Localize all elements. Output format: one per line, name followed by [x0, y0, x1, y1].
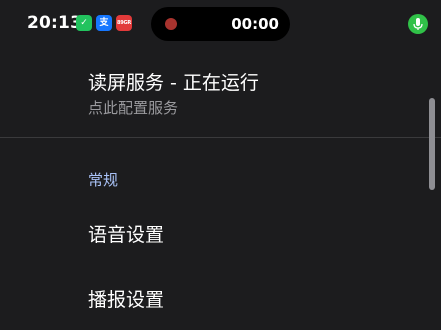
- microphone-icon: [408, 14, 428, 34]
- red-app-icon: 89GR: [116, 15, 132, 31]
- scrollbar[interactable]: [429, 98, 435, 190]
- voice-settings-item[interactable]: 语音设置: [88, 223, 164, 247]
- status-time: 20:13: [27, 13, 83, 33]
- alipay-icon: 支: [96, 15, 112, 31]
- status-bar: 20:13 ✓ 支 89GR 00:00: [0, 0, 441, 50]
- recording-timer: 00:00: [231, 15, 279, 33]
- screen-reader-service-title[interactable]: 读屏服务 - 正在运行: [88, 71, 259, 95]
- screen-recording-pill[interactable]: 00:00: [151, 7, 290, 41]
- section-header-general: 常规: [88, 171, 119, 189]
- divider: [0, 137, 441, 138]
- wechat-icon: ✓: [76, 15, 92, 31]
- screen-reader-service-subtitle[interactable]: 点此配置服务: [88, 98, 178, 118]
- record-dot-icon: [165, 18, 177, 30]
- broadcast-settings-item[interactable]: 播报设置: [88, 288, 164, 312]
